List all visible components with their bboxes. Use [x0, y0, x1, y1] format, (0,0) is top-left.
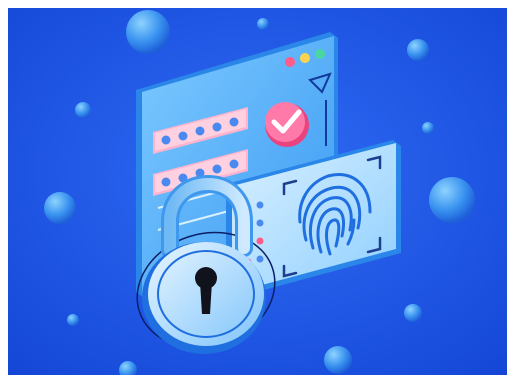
window-dot-red [285, 57, 295, 67]
sphere [422, 122, 434, 134]
sphere [126, 10, 170, 54]
sphere [67, 314, 79, 326]
sphere [324, 346, 352, 374]
sphere [257, 18, 269, 30]
window-dot-yellow [300, 53, 310, 63]
sphere [407, 39, 429, 61]
sphere [404, 304, 422, 322]
sphere [44, 192, 76, 224]
sphere [429, 177, 475, 223]
sphere [75, 102, 91, 118]
window-dot-green [315, 49, 325, 59]
illustration-frame [8, 8, 507, 375]
security-illustration [8, 8, 507, 375]
